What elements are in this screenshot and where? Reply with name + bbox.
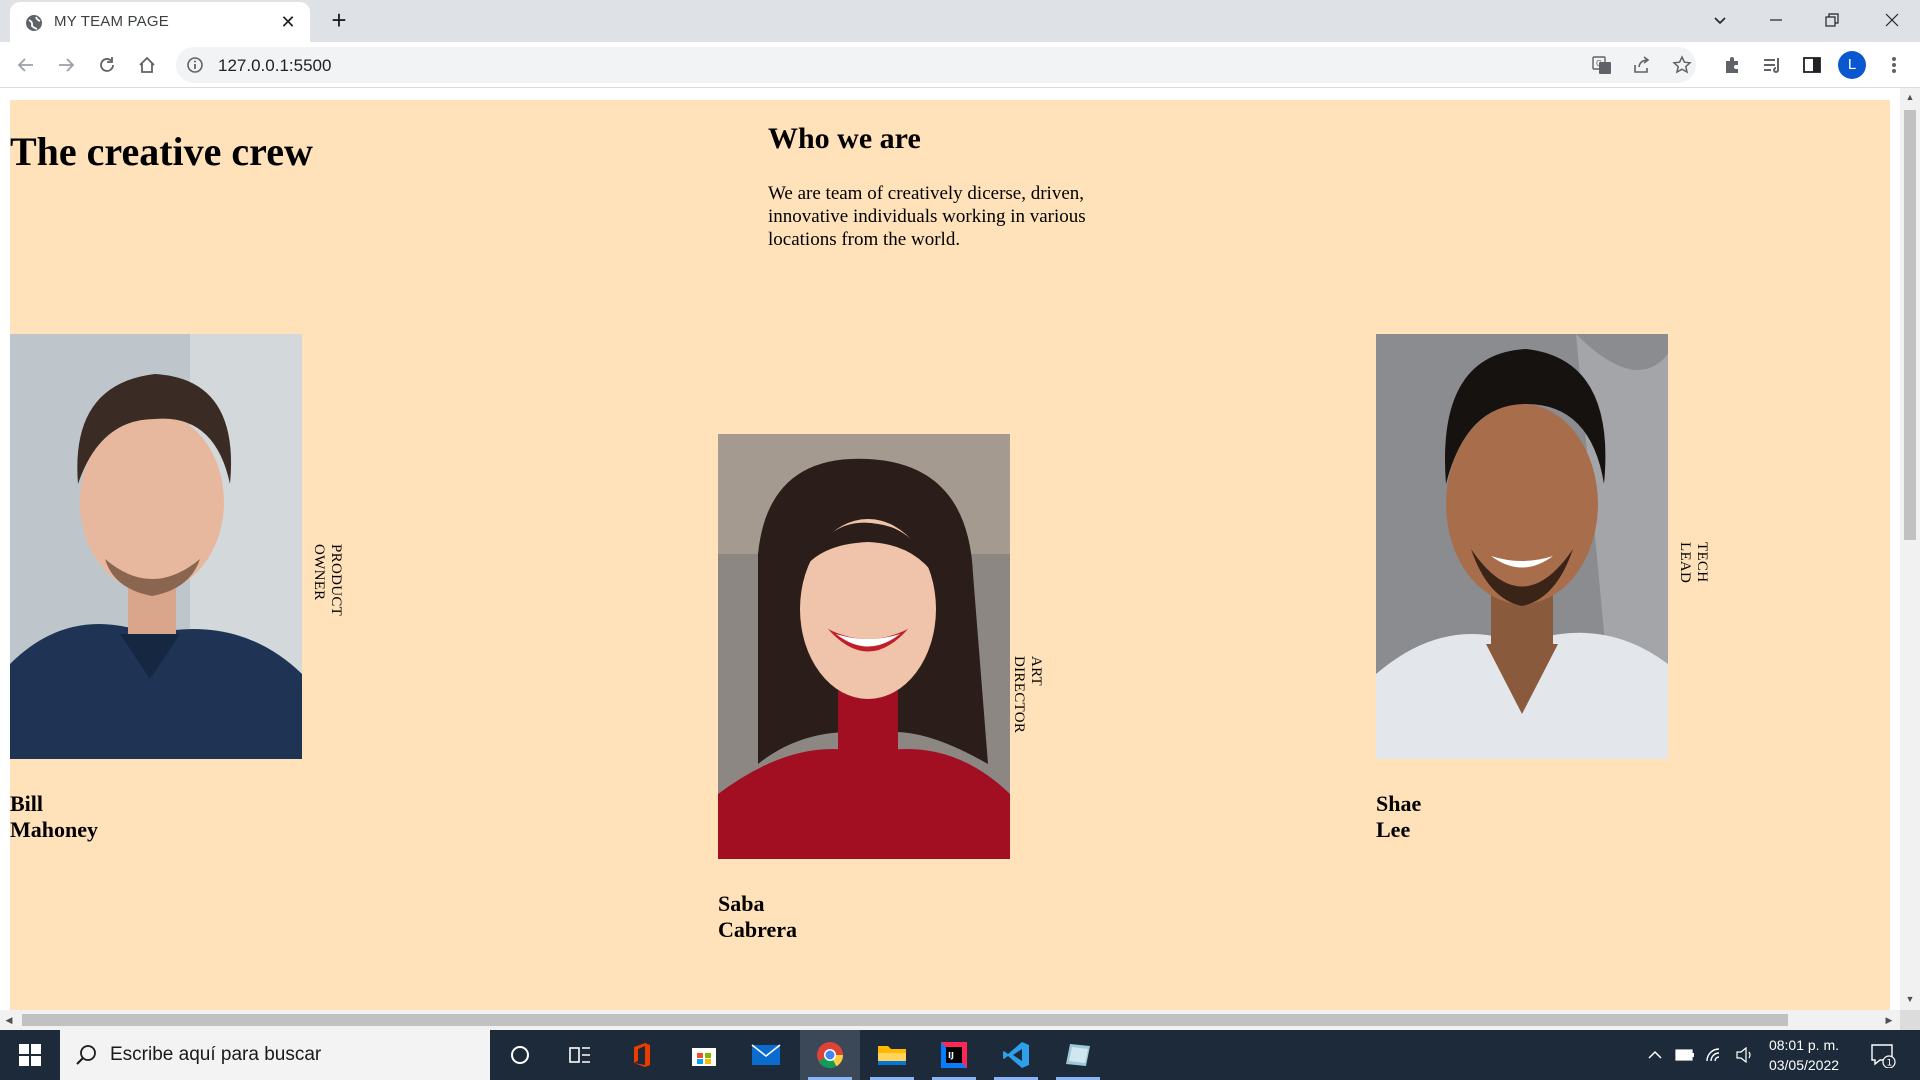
tab-title: MY TEAM PAGE	[54, 13, 169, 30]
about-title: Who we are	[768, 122, 921, 155]
close-window-button[interactable]	[1864, 0, 1920, 42]
reload-icon[interactable]	[93, 51, 121, 79]
chevron-up-icon[interactable]	[1640, 1030, 1670, 1080]
address-bar[interactable]: 127.0.0.1:5500 G	[176, 47, 1696, 83]
scrollbar-corner	[1900, 1010, 1920, 1030]
about-text: We are team of creatively dicerse, drive…	[768, 183, 1086, 250]
scroll-up-icon[interactable]: ▲	[1905, 92, 1915, 102]
globe-icon	[25, 14, 43, 32]
cortana-icon[interactable]	[490, 1030, 550, 1080]
office-icon[interactable]	[612, 1030, 672, 1080]
system-clock[interactable]: 08:01 p. m. 03/05/2022	[1762, 1035, 1846, 1075]
restore-button[interactable]	[1804, 0, 1860, 42]
share-icon[interactable]	[1628, 51, 1656, 79]
horizontal-scroll-thumb[interactable]	[22, 1014, 1788, 1026]
member-role: TECH LEAD	[1677, 542, 1710, 584]
mail-icon[interactable]	[736, 1030, 796, 1080]
profile-avatar[interactable]: L	[1838, 51, 1866, 79]
minimize-button[interactable]	[1748, 0, 1804, 42]
task-view-icon[interactable]	[550, 1030, 610, 1080]
reading-list-icon[interactable]	[1758, 51, 1786, 79]
store-icon[interactable]	[674, 1030, 734, 1080]
member-name: Shae Lee	[1376, 791, 1422, 842]
svg-text:IJ: IJ	[948, 1051, 954, 1060]
side-panel-icon[interactable]	[1798, 51, 1826, 79]
member-photo	[1376, 334, 1668, 759]
team-page: The creative crew Who we are We are team…	[10, 100, 1890, 1010]
scroll-right-icon[interactable]: ▶	[1884, 1015, 1894, 1025]
scroll-left-icon[interactable]: ◀	[4, 1015, 14, 1025]
taskbar-search-box[interactable]: Escribe aquí para buscar	[60, 1030, 490, 1080]
vertical-scrollbar[interactable]: ▲ ▼	[1900, 88, 1920, 1010]
back-icon[interactable]	[12, 51, 40, 79]
browser-tab[interactable]: MY TEAM PAGE ✕	[10, 2, 310, 42]
file-explorer-icon[interactable]	[862, 1030, 922, 1080]
tab-strip: MY TEAM PAGE ✕ +	[0, 0, 1920, 42]
battery-icon[interactable]	[1670, 1030, 1700, 1080]
bookmark-star-icon[interactable]	[1668, 51, 1696, 79]
windows-taskbar: Escribe aquí para buscar IJ 08:01 p. m. …	[0, 1030, 1920, 1080]
search-placeholder: Escribe aquí para buscar	[110, 1044, 322, 1065]
new-tab-button[interactable]: +	[325, 7, 353, 35]
member-name: Bill Mahoney	[10, 791, 98, 842]
clock-date: 03/05/2022	[1768, 1057, 1840, 1073]
member-photo	[718, 434, 1010, 859]
windows-start-icon[interactable]	[0, 1030, 60, 1080]
member-role: ART DIRECTOR	[1011, 656, 1044, 734]
site-info-icon[interactable]	[186, 56, 204, 74]
vertical-scroll-thumb[interactable]	[1904, 110, 1916, 540]
member-name: Saba Cabrera	[718, 891, 798, 942]
notification-count: 1	[1887, 1059, 1893, 1069]
tab-search-icon[interactable]	[1692, 0, 1748, 42]
member-photo	[10, 334, 302, 759]
browser-toolbar: 127.0.0.1:5500 G L	[0, 42, 1920, 88]
page-viewport: The creative crew Who we are We are team…	[0, 88, 1900, 1010]
search-icon	[74, 1043, 98, 1072]
wifi-icon[interactable]	[1700, 1030, 1730, 1080]
scroll-down-icon[interactable]: ▼	[1905, 994, 1915, 1004]
horizontal-scrollbar[interactable]: ◀ ▶	[0, 1010, 1900, 1030]
close-tab-icon[interactable]: ✕	[276, 10, 300, 34]
extensions-icon[interactable]	[1718, 51, 1746, 79]
home-icon[interactable]	[133, 51, 161, 79]
vscode-icon[interactable]	[986, 1030, 1046, 1080]
page-heading: The creative crew	[10, 129, 313, 174]
clock-time: 08:01 p. m.	[1768, 1037, 1840, 1053]
volume-icon[interactable]	[1730, 1030, 1760, 1080]
chrome-icon[interactable]	[800, 1030, 860, 1080]
menu-kebab-icon[interactable]	[1880, 51, 1908, 79]
notes-icon[interactable]	[1048, 1030, 1108, 1080]
member-role: PRODUCT OWNER	[311, 544, 344, 616]
forward-icon[interactable]	[52, 51, 80, 79]
notification-center-icon[interactable]: 1	[1858, 1030, 1908, 1080]
translate-icon[interactable]: G	[1588, 51, 1616, 79]
url-text: 127.0.0.1:5500	[218, 56, 332, 75]
svg-text:G: G	[1596, 59, 1602, 68]
intellij-icon[interactable]: IJ	[924, 1030, 984, 1080]
